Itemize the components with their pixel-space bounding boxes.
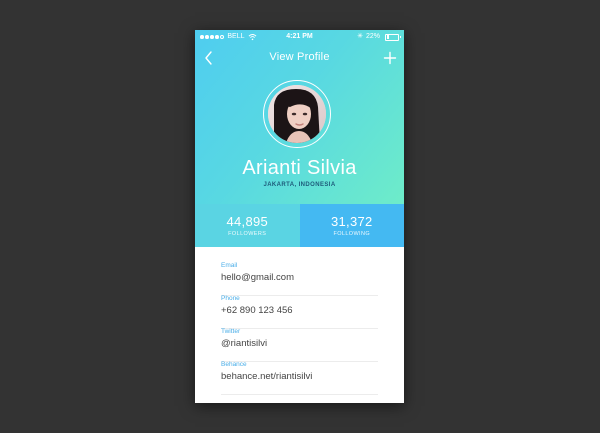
followers-label: FOLLOWERS xyxy=(228,231,267,237)
field-value: @riantisilvi xyxy=(221,338,268,349)
field-label: Email xyxy=(221,262,238,269)
status-bar-right: ✳ 22% xyxy=(357,30,401,44)
field-value: behance.net/riantisilvi xyxy=(221,371,313,382)
nav-bar: View Profile xyxy=(195,46,404,70)
followers-count: 44,895 xyxy=(226,214,269,229)
profile-header: BELL 4:21 PM ✳ 22% View Profile Arianti … xyxy=(195,30,404,204)
battery-percent: 22% xyxy=(365,33,380,40)
following-count: 31,372 xyxy=(330,214,373,229)
stats-bar: 44,895 FOLLOWERS 31,372 FOLLOWING xyxy=(195,204,404,247)
profile-name: Arianti Silvia xyxy=(242,157,357,179)
following-stat[interactable]: 31,372 FOLLOWING xyxy=(299,204,404,247)
field-label: Twitter xyxy=(221,328,241,335)
plus-icon[interactable] xyxy=(383,50,397,66)
avatar[interactable] xyxy=(267,84,326,143)
field-phone[interactable]: Phone +62 890 123 456 xyxy=(221,295,378,329)
field-email[interactable]: Email hello@gmail.com xyxy=(221,262,378,296)
field-twitter[interactable]: Twitter @riantisilvi xyxy=(221,328,378,362)
bluetooth-icon: ✳ xyxy=(357,33,363,40)
page-title: View Profile xyxy=(269,51,330,63)
status-bar: BELL 4:21 PM ✳ 22% xyxy=(195,30,404,44)
field-value: hello@gmail.com xyxy=(221,272,295,283)
avatar-ring xyxy=(263,80,331,148)
field-label: Phone xyxy=(221,295,240,302)
phone-screen: BELL 4:21 PM ✳ 22% View Profile Arianti … xyxy=(195,30,404,403)
avatar-photo xyxy=(267,84,326,143)
followers-stat[interactable]: 44,895 FOLLOWERS xyxy=(195,204,300,247)
following-label: FOLLOWING xyxy=(333,231,371,237)
battery-icon xyxy=(385,33,401,41)
battery-level xyxy=(386,35,389,39)
field-behance[interactable]: Behance behance.net/riantisilvi xyxy=(221,361,378,395)
field-value: +62 890 123 456 xyxy=(221,305,293,316)
field-label: Behance xyxy=(221,361,247,368)
profile-location: JAKARTA, INDONESIA xyxy=(263,182,336,188)
